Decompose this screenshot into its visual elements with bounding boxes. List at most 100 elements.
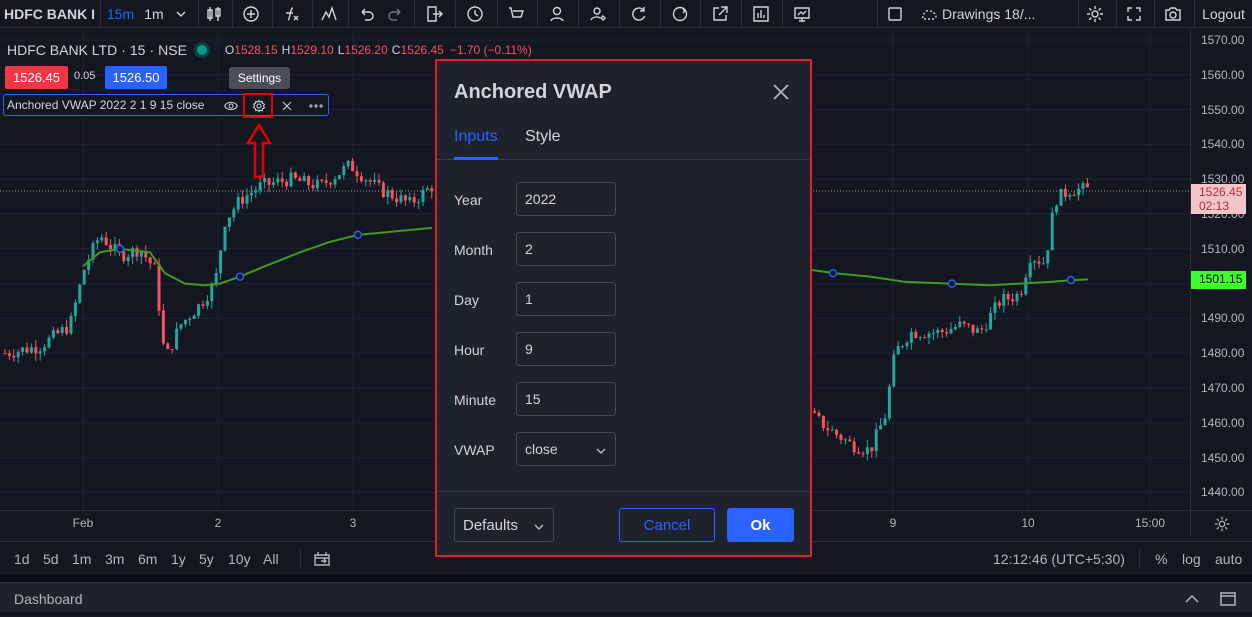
auto-toggle[interactable]: auto <box>1215 551 1242 567</box>
more-icon[interactable] <box>305 97 327 115</box>
range-6m[interactable]: 6m <box>138 551 157 567</box>
compare-add-icon[interactable] <box>232 0 268 28</box>
candle-body <box>852 441 856 453</box>
chart-settings-icon[interactable] <box>1078 0 1110 28</box>
logout-button[interactable]: Logout <box>1194 0 1252 28</box>
undo-icon[interactable] <box>348 0 382 28</box>
drawings-button[interactable]: Drawings 18/... <box>918 0 1078 28</box>
range-3m[interactable]: 3m <box>105 551 124 567</box>
study-legend[interactable]: Anchored VWAP 2022 2 1 9 15 close <box>3 94 329 116</box>
candle-body <box>78 284 82 303</box>
change-value: −1.70 (−0.11%) <box>449 43 532 57</box>
close-icon[interactable] <box>769 80 793 104</box>
candle-body <box>993 302 997 313</box>
bottom-divider <box>1139 549 1140 569</box>
clock-readout[interactable]: 12:12:46 (UTC+5:30) <box>993 551 1125 567</box>
candle-body <box>170 349 174 351</box>
candle-body <box>267 178 271 185</box>
vwap-anchor-point[interactable] <box>828 268 838 278</box>
range-5y[interactable]: 5y <box>199 551 214 567</box>
day-input[interactable]: 1 <box>516 282 616 316</box>
range-5d[interactable]: 5d <box>43 551 59 567</box>
log-toggle[interactable]: log <box>1182 551 1201 567</box>
candles-icon[interactable] <box>198 0 228 28</box>
year-input[interactable]: 2022 <box>516 182 616 216</box>
sell-price-button[interactable]: 1526.45 <box>5 66 68 89</box>
candle-body <box>73 302 77 317</box>
candle-body <box>408 197 412 201</box>
candle-body <box>122 251 126 262</box>
tab-inputs[interactable]: Inputs <box>454 128 498 146</box>
indicators-icon[interactable] <box>272 0 308 28</box>
vwap-anchor-point[interactable] <box>115 244 125 254</box>
vwap-anchor-point[interactable] <box>353 230 363 240</box>
camera-icon[interactable] <box>1154 0 1190 28</box>
candle-body <box>417 201 421 203</box>
range-1m[interactable]: 1m <box>72 551 91 567</box>
interval-15m-button[interactable]: 15m <box>100 0 140 28</box>
remove-icon[interactable] <box>278 97 296 115</box>
export-icon[interactable] <box>414 0 452 28</box>
candle-body <box>236 196 240 210</box>
minute-input[interactable]: 15 <box>516 382 616 416</box>
goto-date-icon[interactable] <box>312 549 332 569</box>
refresh-icon[interactable] <box>619 0 657 28</box>
presentation-icon[interactable] <box>782 0 820 28</box>
countdown-value: 02:13 <box>1199 199 1230 213</box>
defaults-dropdown[interactable]: Defaults <box>454 508 554 542</box>
candle-body <box>223 226 227 251</box>
candle-body <box>826 428 830 431</box>
candle-body <box>927 333 931 338</box>
range-all[interactable]: All <box>263 551 279 567</box>
maximize-panel-icon[interactable] <box>1218 589 1238 609</box>
vwap-source-value: close <box>525 441 558 457</box>
user-settings-icon[interactable] <box>578 0 616 28</box>
open-external-icon[interactable] <box>700 0 738 28</box>
buy-price-button[interactable]: 1526.50 <box>105 66 167 89</box>
sync-icon[interactable] <box>660 0 698 28</box>
candle-body <box>1063 188 1067 197</box>
vwap-anchor-point[interactable] <box>235 272 245 281</box>
fullscreen-toggle-icon[interactable] <box>877 0 911 28</box>
month-input[interactable]: 2 <box>516 232 616 266</box>
symbol-search-button[interactable]: HDFC BANK I <box>4 0 96 28</box>
range-10y[interactable]: 10y <box>228 551 251 567</box>
ok-button[interactable]: Ok <box>727 508 794 542</box>
candle-body <box>1041 263 1045 265</box>
vwap-anchor-point[interactable] <box>947 279 957 288</box>
bar-chart-icon[interactable] <box>741 0 779 28</box>
candle-body <box>197 304 201 316</box>
candle-body <box>227 217 231 227</box>
user-icon[interactable] <box>537 0 575 28</box>
redo-icon[interactable] <box>382 0 410 28</box>
tab-style[interactable]: Style <box>525 128 561 146</box>
dashboard-bar: Dashboard <box>0 582 1252 612</box>
candle-body <box>980 328 984 330</box>
candle-body <box>835 429 839 435</box>
replay-icon[interactable] <box>455 0 493 28</box>
templates-icon[interactable] <box>312 0 344 28</box>
legend-symbol-name[interactable]: HDFC BANK LTD <box>7 42 117 58</box>
candle-body <box>320 179 324 181</box>
interval-dropdown-icon[interactable] <box>168 0 194 28</box>
candle-body <box>945 332 949 334</box>
spread-value: 0.05 <box>74 70 96 82</box>
price-axis[interactable]: 1570.00 1560.00 1550.00 1540.00 1530.00 1520.… <box>1190 29 1252 510</box>
range-1y[interactable]: 1y <box>171 551 186 567</box>
dashboard-tab[interactable]: Dashboard <box>14 591 83 607</box>
candle-body <box>377 179 381 183</box>
maximize-icon[interactable] <box>1116 0 1150 28</box>
interval-1m-button[interactable]: 1m <box>140 0 168 28</box>
price-tick: 1450.00 <box>1201 450 1245 465</box>
candle-body <box>989 312 993 330</box>
vwap-source-select[interactable]: close <box>516 432 616 466</box>
cancel-button[interactable]: Cancel <box>619 508 715 542</box>
eye-icon[interactable] <box>222 97 240 115</box>
vwap-anchor-point[interactable] <box>1066 275 1076 285</box>
axis-settings-icon[interactable] <box>1190 510 1252 536</box>
cart-icon[interactable] <box>497 0 533 28</box>
hour-input[interactable]: 9 <box>516 332 616 366</box>
percent-toggle[interactable]: % <box>1155 551 1167 567</box>
range-1d[interactable]: 1d <box>14 551 30 567</box>
chevron-up-icon[interactable] <box>1182 589 1202 609</box>
